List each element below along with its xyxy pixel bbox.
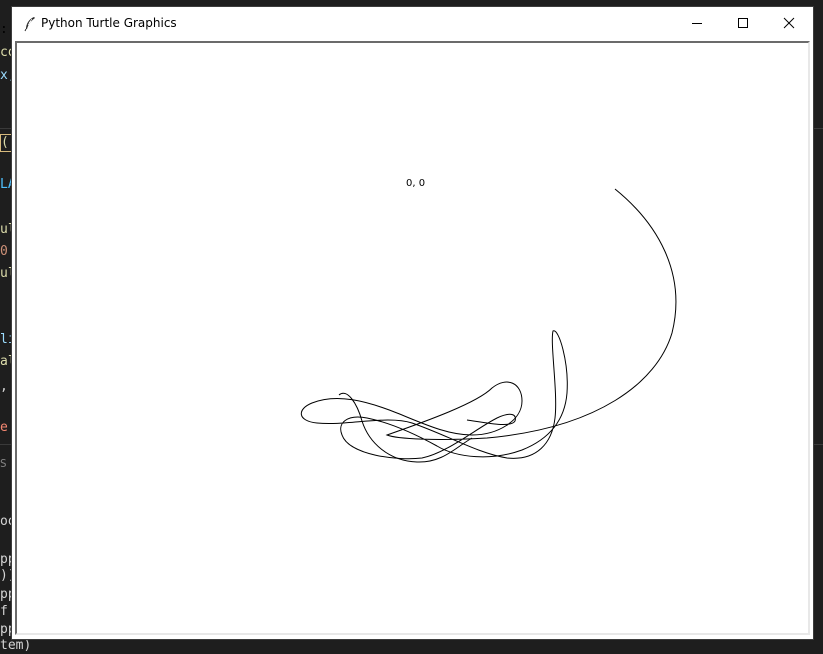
title-bar[interactable]: Python Turtle Graphics — [12, 7, 813, 41]
editor-line: e — [0, 420, 8, 435]
feather-icon — [23, 16, 37, 32]
window-title: Python Turtle Graphics — [41, 16, 177, 30]
editor-line: tem) — [0, 638, 32, 653]
editor-line: , — [0, 379, 8, 394]
turtle-graphics-window[interactable]: Python Turtle Graphics 0, 0 — [11, 6, 814, 640]
maximize-button[interactable] — [720, 7, 766, 39]
close-icon — [783, 17, 795, 29]
turtle-drawing — [300, 188, 677, 463]
turtle-path — [300, 188, 677, 460]
turtle-canvas[interactable]: 0, 0 — [17, 43, 808, 633]
editor-line: : — [0, 22, 8, 37]
canvas-frame: 0, 0 — [15, 41, 810, 635]
turtle-path-inner-loop — [338, 392, 473, 463]
maximize-icon — [738, 18, 748, 28]
minimize-button[interactable] — [674, 7, 720, 39]
close-button[interactable] — [766, 7, 812, 39]
minimize-icon — [692, 23, 702, 24]
